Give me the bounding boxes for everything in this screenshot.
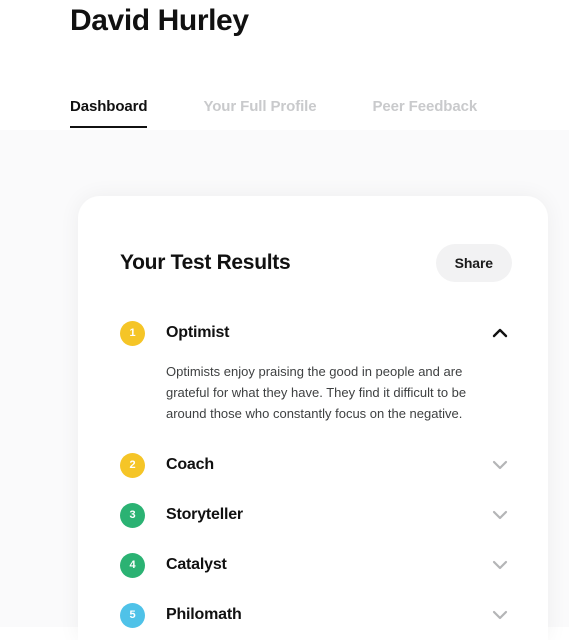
list-item: 5 Philomath	[78, 590, 548, 640]
profile-dashboard-page: David Hurley Dashboard Your Full Profile…	[0, 0, 569, 640]
results-list: 1 Optimist Optimists enjoy praising the …	[78, 282, 548, 640]
tab-dashboard[interactable]: Dashboard	[70, 96, 148, 128]
tab-bar: Dashboard Your Full Profile Peer Feedbac…	[70, 96, 477, 128]
result-label: Catalyst	[166, 556, 227, 573]
chevron-up-icon[interactable]	[488, 321, 512, 345]
result-description: Optimists enjoy praising the good in peo…	[166, 364, 467, 421]
result-row-coach[interactable]: 2 Coach	[120, 440, 512, 490]
result-label: Storyteller	[166, 506, 243, 523]
list-item: 4 Catalyst	[78, 540, 548, 590]
result-label: Optimist	[166, 324, 230, 341]
tab-peer-feedback[interactable]: Peer Feedback	[372, 96, 477, 128]
result-label: Coach	[166, 456, 214, 473]
rank-badge: 2	[120, 452, 145, 478]
result-row-optimist[interactable]: 1 Optimist	[120, 308, 512, 358]
page-title: David Hurley	[70, 4, 249, 37]
test-results-card: Your Test Results Share 1 Optimist Optim…	[78, 196, 548, 640]
result-row-catalyst[interactable]: 4 Catalyst	[120, 540, 512, 590]
rank-badge: 1	[120, 320, 145, 346]
card-title: Your Test Results	[120, 251, 291, 274]
chevron-down-icon[interactable]	[488, 453, 512, 477]
result-row-philomath[interactable]: 5 Philomath	[120, 590, 512, 640]
result-label: Philomath	[166, 606, 242, 623]
share-button[interactable]: Share	[435, 244, 512, 282]
result-row-storyteller[interactable]: 3 Storyteller	[120, 490, 512, 540]
page-header: David Hurley Dashboard Your Full Profile…	[0, 0, 569, 130]
rank-badge: 3	[120, 502, 145, 528]
list-item: 1 Optimist Optimists enjoy praising the …	[78, 308, 548, 424]
list-item: 3 Storyteller	[78, 490, 548, 540]
card-header: Your Test Results Share	[78, 196, 548, 282]
rank-badge: 5	[120, 602, 145, 628]
rank-badge: 4	[120, 552, 145, 578]
list-item: 2 Coach	[78, 440, 548, 490]
chevron-down-icon[interactable]	[488, 553, 512, 577]
tab-your-full-profile[interactable]: Your Full Profile	[203, 96, 316, 128]
chevron-down-icon[interactable]	[488, 603, 512, 627]
chevron-down-icon[interactable]	[488, 503, 512, 527]
